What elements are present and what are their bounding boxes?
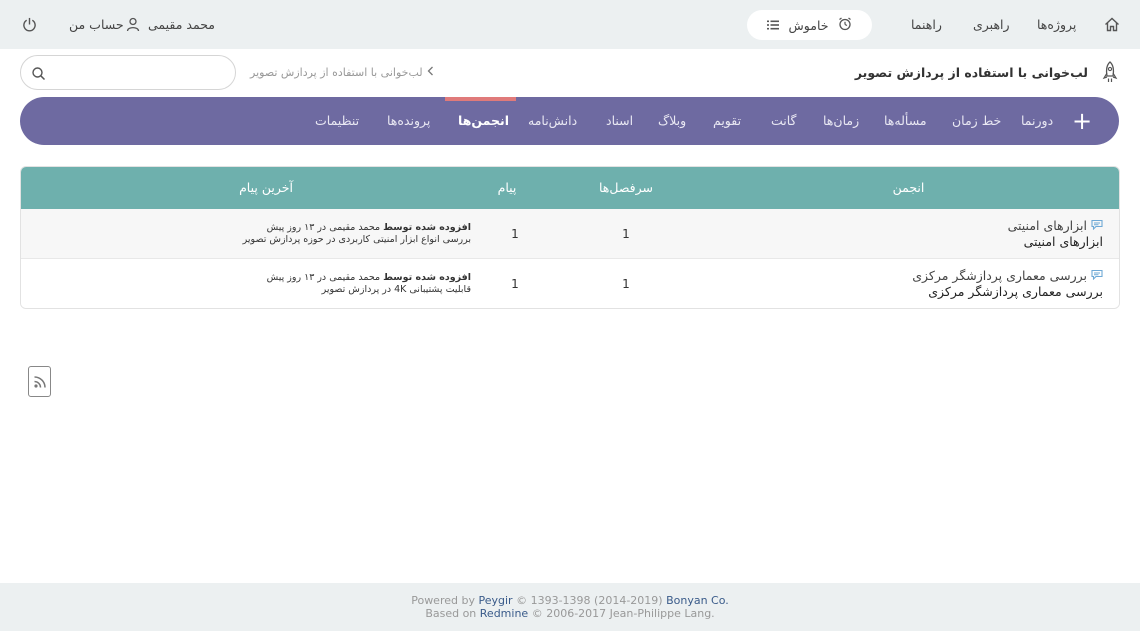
table-header: انجمن سرفصل‌ها پیام آخرین پیام xyxy=(21,167,1119,209)
search-input[interactable] xyxy=(61,64,226,82)
project-title: لب‌خوانی با استفاده از پردازش تصویر xyxy=(854,65,1088,80)
messages-count: 1 xyxy=(511,227,519,241)
message-time[interactable]: در ۱۳ روز پیش xyxy=(267,272,327,283)
author-link[interactable]: محمد مقیمی xyxy=(329,272,380,283)
tab-news[interactable]: وبلاگ xyxy=(658,97,686,145)
forum-link[interactable]: بررسی معماری پردازشگر مرکزی xyxy=(912,268,1087,284)
tab-wiki[interactable]: دانش‌نامه xyxy=(528,97,577,145)
rocket-icon xyxy=(1102,61,1118,89)
messages-count: 1 xyxy=(511,277,519,291)
project-header: لب‌خوانی با استفاده از پردازش تصویر لب‌خ… xyxy=(0,49,1140,97)
alarm-clock-icon xyxy=(838,17,852,34)
logout-icon[interactable] xyxy=(22,17,37,32)
column-last-message: آخرین پیام xyxy=(239,180,293,195)
new-item-plus-icon[interactable]: + xyxy=(1070,107,1094,135)
breadcrumb-project[interactable]: لب‌خوانی با استفاده از پردازش تصویر xyxy=(250,66,423,79)
table-row: بررسی معماری پردازشگر مرکزی بررسی معماری… xyxy=(21,259,1119,308)
top-bar: محمد مقیمی حساب من خاموش راهنما راهبری پ… xyxy=(0,0,1140,49)
admin-link[interactable]: راهبری xyxy=(973,17,1010,32)
forum-cell: ابزارهای امنیتی ابزارهای امنیتی xyxy=(1008,218,1103,250)
powered-by-text: Powered by xyxy=(411,594,475,607)
home-icon[interactable] xyxy=(1104,17,1120,32)
redmine-link[interactable]: Redmine xyxy=(480,607,528,620)
tab-time-entries[interactable]: زمان‌ها xyxy=(823,97,859,145)
tab-calendar[interactable]: تقویم xyxy=(713,97,741,145)
column-messages: پیام xyxy=(497,180,517,195)
projects-link[interactable]: پروژه‌ها xyxy=(1037,17,1076,32)
my-account-link[interactable]: حساب من xyxy=(69,17,124,32)
user-name[interactable]: محمد مقیمی xyxy=(148,17,215,32)
help-link[interactable]: راهنما xyxy=(911,17,942,32)
tab-documents[interactable]: اسناد xyxy=(606,97,633,145)
timer-label: خاموش xyxy=(788,17,829,33)
tab-files[interactable]: پرونده‌ها xyxy=(387,97,430,145)
topics-count: 1 xyxy=(622,277,630,291)
forum-cell: بررسی معماری پردازشگر مرکزی بررسی معماری… xyxy=(912,268,1103,300)
chat-bubble-icon xyxy=(1091,268,1103,284)
tab-issues[interactable]: مسأله‌ها xyxy=(884,97,927,145)
added-by-label: افزوده شده توسط xyxy=(383,222,471,233)
user-icon xyxy=(126,17,140,32)
forum-link[interactable]: ابزارهای امنیتی xyxy=(1008,218,1087,234)
bonyan-link[interactable]: Bonyan Co. xyxy=(666,594,729,607)
list-icon xyxy=(766,18,779,33)
breadcrumb[interactable]: لب‌خوانی با استفاده از پردازش تصویر xyxy=(250,66,434,79)
tab-overview[interactable]: دورنما xyxy=(1021,97,1053,145)
message-subject-link[interactable]: قابلیت پشتیبانی 4K در پردازش تصویر xyxy=(221,284,471,296)
topics-count: 1 xyxy=(622,227,630,241)
author-link[interactable]: محمد مقیمی xyxy=(329,222,380,233)
last-message-cell: افزوده شده توسط محمد مقیمی در ۱۳ روز پیش… xyxy=(221,272,471,296)
peygir-link[interactable]: Peygir xyxy=(478,594,512,607)
based-on-text: Based on xyxy=(425,607,477,620)
rss-feed-icon[interactable] xyxy=(28,366,51,397)
tab-forums[interactable]: انجمن‌ها xyxy=(458,97,509,145)
added-by-label: افزوده شده توسط xyxy=(383,272,471,283)
column-forum: انجمن xyxy=(892,180,925,195)
chat-bubble-icon xyxy=(1091,218,1103,234)
tab-activity[interactable]: خط زمان xyxy=(952,97,1001,145)
column-topics: سرفصل‌ها xyxy=(598,180,654,195)
tab-gantt[interactable]: گانت xyxy=(771,97,797,145)
table-row: ابزارهای امنیتی ابزارهای امنیتی 1 1 افزو… xyxy=(21,209,1119,259)
project-menu: + دورنما خط زمان مسأله‌ها زمان‌ها گانت ت… xyxy=(20,97,1119,145)
timer-toggle[interactable]: خاموش xyxy=(747,10,872,40)
search-icon[interactable] xyxy=(31,66,46,85)
forums-table: انجمن سرفصل‌ها پیام آخرین پیام ابزارهای … xyxy=(20,166,1120,309)
message-time[interactable]: در ۱۳ روز پیش xyxy=(267,222,327,233)
message-subject-link[interactable]: بررسی انواع ابزار امنیتی کاربردی در حوزه… xyxy=(221,234,471,246)
copyright-text-2: © 2006-2017 Jean-Philippe Lang. xyxy=(531,607,715,620)
forum-description: ابزارهای امنیتی xyxy=(1023,234,1103,249)
copyright-text: © 1393-1398 (2014-2019) xyxy=(516,594,663,607)
tab-settings[interactable]: تنظیمات xyxy=(315,97,359,145)
search-box[interactable] xyxy=(20,55,236,90)
chevron-left-icon xyxy=(427,66,434,79)
forum-description: بررسی معماری پردازشگر مرکزی xyxy=(928,284,1103,299)
last-message-cell: افزوده شده توسط محمد مقیمی در ۱۳ روز پیش… xyxy=(221,222,471,246)
footer: Powered by Peygir © 1393-1398 (2014-2019… xyxy=(0,583,1140,631)
